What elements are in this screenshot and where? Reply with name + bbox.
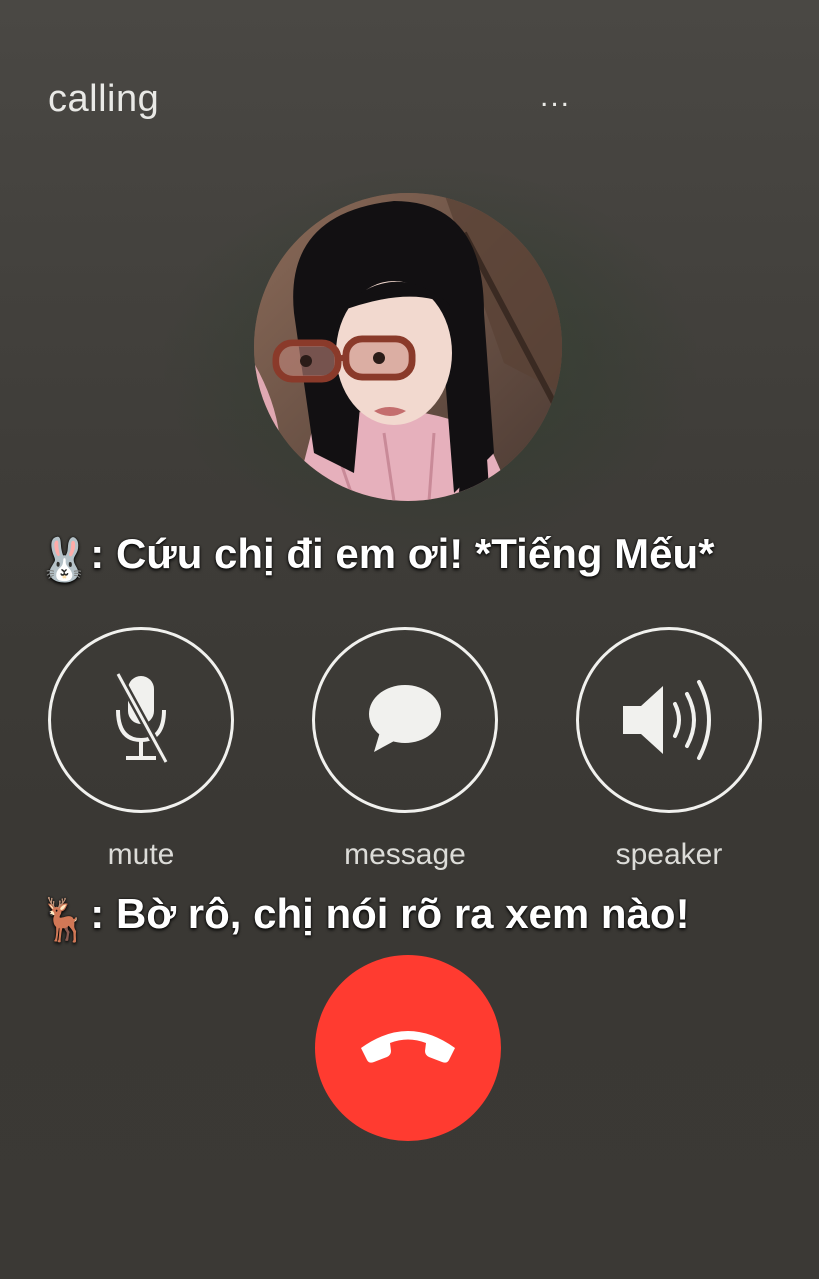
microphone-muted-icon bbox=[114, 672, 170, 764]
speaker-volume-icon bbox=[623, 680, 711, 760]
phone-hangup-icon bbox=[361, 1031, 455, 1063]
mute-label: mute bbox=[107, 838, 175, 871]
avatar-photo bbox=[254, 193, 562, 501]
deer-icon: 🦌 bbox=[38, 896, 91, 943]
message-button[interactable] bbox=[312, 627, 498, 813]
mute-button[interactable] bbox=[48, 627, 234, 813]
more-dots: ... bbox=[540, 80, 572, 113]
caption-rabbit-text: : Cứu chị đi em ơi! *Tiếng Mếu* bbox=[90, 530, 715, 577]
speaker-button[interactable] bbox=[576, 627, 762, 813]
rabbit-face-icon: 🐰 bbox=[38, 536, 91, 583]
caption-rabbit: 🐰: Cứu chị đi em ơi! *Tiếng Mếu* bbox=[38, 530, 715, 585]
call-screen: calling ... 🐰: Cứu chị đi em ơi! *Tiếng … bbox=[0, 0, 819, 1279]
caption-deer: 🦌: Bờ rô, chị nói rõ ra xem nào! bbox=[38, 890, 690, 945]
contact-avatar bbox=[254, 193, 562, 501]
speaker-label: speaker bbox=[615, 838, 723, 871]
speech-bubble-icon bbox=[369, 685, 441, 752]
message-label: message bbox=[344, 838, 466, 871]
call-status: calling bbox=[48, 78, 160, 120]
caption-deer-text: : Bờ rô, chị nói rõ ra xem nào! bbox=[90, 890, 690, 937]
end-call-button[interactable] bbox=[315, 955, 501, 1141]
